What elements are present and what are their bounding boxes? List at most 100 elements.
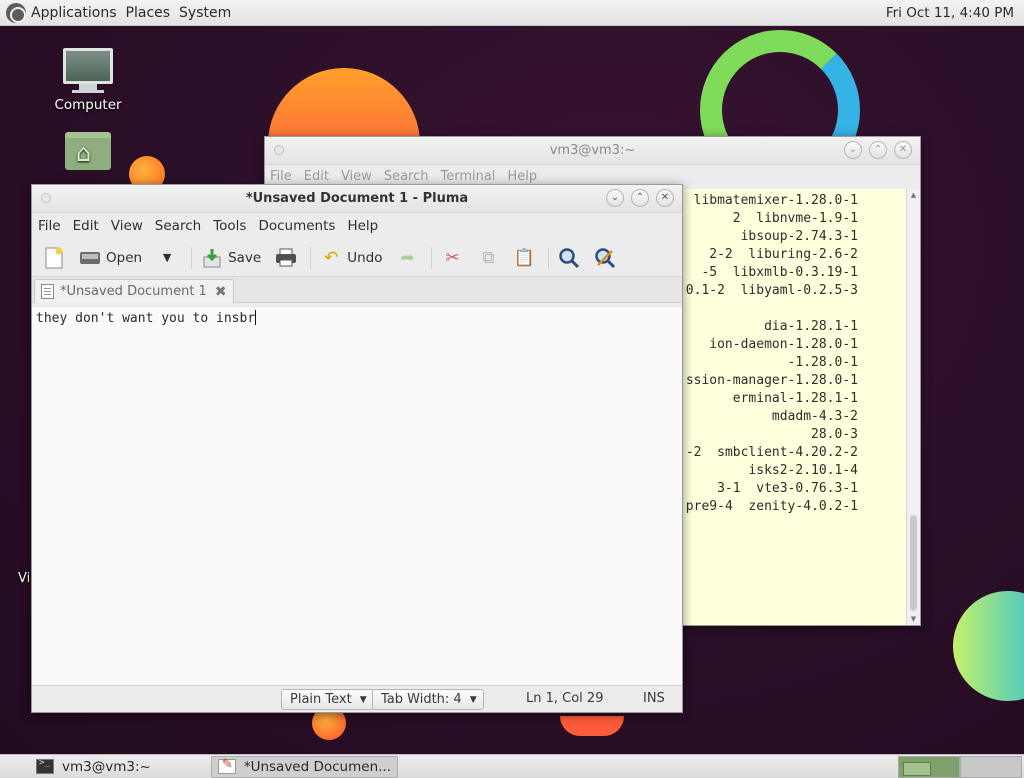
toolbar-separator xyxy=(431,246,433,269)
undo-label: Undo xyxy=(347,249,383,266)
text-file-icon xyxy=(41,284,54,299)
desktop-icon-computer[interactable]: Computer xyxy=(48,48,128,113)
menu-places[interactable]: Places xyxy=(126,5,171,21)
redo-icon: ➦ xyxy=(400,247,415,268)
window-menu-icon[interactable] xyxy=(274,145,284,155)
find-icon xyxy=(558,247,580,269)
terminal-icon xyxy=(36,758,54,774)
taskbar-item-terminal[interactable]: vm3@vm3:~ xyxy=(30,756,157,778)
menu-view[interactable]: View xyxy=(111,218,143,234)
menu-search[interactable]: Search xyxy=(155,218,201,234)
language-value: Plain Text xyxy=(290,692,352,707)
terminal-menu-view[interactable]: View xyxy=(341,169,372,184)
pluma-titlebar[interactable]: *Unsaved Document 1 - Pluma ⌄ ⌃ ✕ xyxy=(32,185,682,213)
language-selector[interactable]: Plain Text ▼ xyxy=(281,689,374,710)
find-replace-button[interactable] xyxy=(589,243,621,273)
minimize-icon[interactable]: ⌄ xyxy=(844,141,862,159)
insert-mode: INS xyxy=(643,691,665,706)
new-document-button[interactable] xyxy=(38,243,70,273)
scrollbar-thumb[interactable] xyxy=(910,515,917,611)
terminal-menu-file[interactable]: File xyxy=(270,169,292,184)
text-editor-icon xyxy=(217,757,236,774)
desktop-icon-home[interactable] xyxy=(48,132,128,174)
window-menu-icon[interactable] xyxy=(41,193,51,203)
scroll-up-icon[interactable]: ▲ xyxy=(907,191,920,199)
copy-button[interactable]: ⧉ xyxy=(472,243,504,273)
redo-button[interactable]: ➦ xyxy=(391,243,423,273)
undo-button[interactable]: ↶ Undo xyxy=(315,243,387,273)
status-bar: Plain Text ▼ Tab Width: 4 ▼ Ln 1, Col 29… xyxy=(32,685,682,712)
mate-logo-icon[interactable] xyxy=(6,2,26,23)
terminal-menu-search[interactable]: Search xyxy=(384,169,429,184)
close-icon[interactable]: ✕ xyxy=(656,189,674,207)
chevron-down-icon: ▼ xyxy=(162,251,172,264)
close-tab-icon[interactable]: ✖ xyxy=(215,284,227,300)
menu-system[interactable]: System xyxy=(179,5,231,21)
undo-icon: ↶ xyxy=(324,247,339,268)
open-button[interactable]: Open xyxy=(74,243,147,273)
close-icon[interactable]: ✕ xyxy=(894,141,912,159)
home-folder-icon xyxy=(65,132,111,170)
terminal-titlebar[interactable]: vm3@vm3:~ ⌄ ⌃ ✕ xyxy=(265,137,920,165)
chevron-down-icon: ▼ xyxy=(359,694,367,705)
window-title: vm3@vm3:~ xyxy=(549,143,636,158)
workspace-switcher xyxy=(898,755,1022,778)
new-document-icon xyxy=(43,247,65,269)
copy-icon: ⧉ xyxy=(482,247,495,268)
tab-unsaved-document-1[interactable]: *Unsaved Document 1 ✖ xyxy=(34,279,234,303)
workspace-2[interactable] xyxy=(960,755,1022,778)
terminal-scrollbar[interactable]: ▲ ▼ xyxy=(906,189,920,625)
desktop-icon-label: Computer xyxy=(54,97,122,113)
toolbar-separator xyxy=(310,246,312,269)
menu-help[interactable]: Help xyxy=(347,218,378,234)
chevron-down-icon: ▼ xyxy=(469,694,477,705)
taskbar-item-pluma[interactable]: *Unsaved Documen... xyxy=(210,755,398,778)
scroll-down-icon[interactable]: ▼ xyxy=(907,615,920,623)
taskbar-label: vm3@vm3:~ xyxy=(62,758,151,775)
taskbar-label: *Unsaved Documen... xyxy=(243,758,391,775)
clock[interactable]: Fri Oct 11, 4:40 PM xyxy=(886,5,1014,21)
tab-width-selector[interactable]: Tab Width: 4 ▼ xyxy=(372,689,484,710)
workspace-1[interactable] xyxy=(898,755,960,778)
print-icon xyxy=(275,247,297,269)
window-title: *Unsaved Document 1 - Pluma xyxy=(245,191,469,206)
toolbar-separator xyxy=(548,246,550,269)
menu-tools[interactable]: Tools xyxy=(213,218,246,234)
cut-button[interactable]: ✂ xyxy=(436,243,468,273)
text-cursor xyxy=(255,310,257,325)
computer-icon xyxy=(63,48,113,93)
open-recent-dropdown[interactable]: ▼ xyxy=(151,243,183,273)
cursor-position: Ln 1, Col 29 xyxy=(526,691,604,706)
desktop-partial-label: Vi xyxy=(18,571,31,586)
text-editor[interactable]: they don't want you to insbr xyxy=(32,307,682,685)
save-label: Save xyxy=(228,249,262,266)
tab-width-value: Tab Width: 4 xyxy=(381,692,462,707)
print-button[interactable] xyxy=(270,243,302,273)
minimize-icon[interactable]: ⌄ xyxy=(606,189,624,207)
menu-applications[interactable]: Applications xyxy=(31,5,117,21)
open-label: Open xyxy=(106,249,143,266)
cut-icon: ✂ xyxy=(445,247,460,268)
maximize-icon[interactable]: ⌃ xyxy=(631,189,649,207)
tab-label: *Unsaved Document 1 xyxy=(60,284,207,299)
find-button[interactable] xyxy=(553,243,585,273)
editor-content: they don't want you to insbr xyxy=(36,310,257,326)
terminal-menu-help[interactable]: Help xyxy=(507,169,537,184)
save-icon xyxy=(201,247,223,269)
pluma-window[interactable]: *Unsaved Document 1 - Pluma ⌄ ⌃ ✕ File E… xyxy=(31,184,683,713)
terminal-menu-terminal[interactable]: Terminal xyxy=(440,169,495,184)
pluma-menubar: File Edit View Search Tools Documents He… xyxy=(32,213,682,239)
document-tabbar: *Unsaved Document 1 ✖ xyxy=(32,277,682,303)
save-button[interactable]: Save xyxy=(196,243,266,273)
toolbar-separator xyxy=(191,246,193,269)
terminal-menu-edit[interactable]: Edit xyxy=(304,169,329,184)
maximize-icon[interactable]: ⌃ xyxy=(869,141,887,159)
paste-button[interactable]: 📋 xyxy=(508,243,540,273)
menu-documents[interactable]: Documents xyxy=(258,218,335,234)
wallpaper-teal-circle xyxy=(953,591,1024,701)
menu-edit[interactable]: Edit xyxy=(73,218,99,234)
bottom-panel: vm3@vm3:~ *Unsaved Documen... xyxy=(0,754,1024,778)
menu-file[interactable]: File xyxy=(38,218,61,234)
paste-icon: 📋 xyxy=(513,247,536,268)
pluma-toolbar: Open ▼ Save ↶ Undo ➦ ✂ ⧉ 📋 xyxy=(32,239,682,277)
